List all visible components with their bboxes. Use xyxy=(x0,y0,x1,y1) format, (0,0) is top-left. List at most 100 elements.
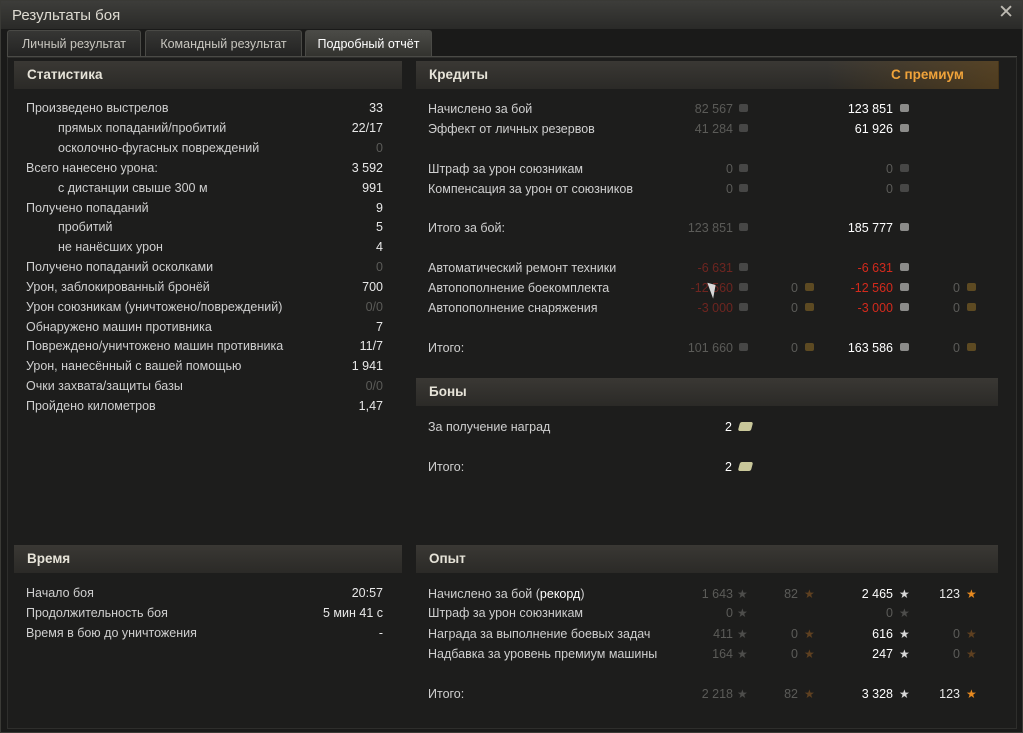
stats-label: Получено попаданий xyxy=(26,201,149,215)
credits-premium-value: 123 851 xyxy=(847,102,893,116)
credits-base-value: -6 631 xyxy=(697,261,733,275)
stats-value: 0/0 xyxy=(365,379,383,393)
time-header: Время xyxy=(14,545,402,573)
xp-premium-value: 2 465 xyxy=(861,587,893,601)
xp-star-icon: ★ xyxy=(899,687,910,701)
xp-star-icon: ★ xyxy=(899,627,910,641)
credits-row: Итого: 101 660 0 163 586 0 xyxy=(428,338,988,358)
credit-coin-icon xyxy=(739,124,748,132)
gold-premium-value: 0 xyxy=(953,341,960,355)
stats-label: пробитий xyxy=(58,220,113,234)
xp-star-icon: ★ xyxy=(899,587,910,601)
credits-label: Эффект от личных резервов xyxy=(428,122,595,136)
stats-value: 9 xyxy=(376,201,383,215)
xp-premium-value: 0 xyxy=(886,606,893,620)
credit-coin-icon xyxy=(900,184,909,192)
free-xp-premium-value: 0 xyxy=(953,627,960,641)
xp-base-value: 0 xyxy=(726,606,733,620)
stats-value: 4 xyxy=(376,240,383,254)
credits-label: Итого за бой: xyxy=(428,221,505,235)
credit-coin-icon xyxy=(739,164,748,172)
credits-premium-value: 163 586 xyxy=(847,341,893,355)
credits-row: Компенсация за урон от союзников 0 0 xyxy=(428,179,988,199)
credits-base-value: 123 851 xyxy=(687,221,733,235)
time-row: Время в бою до уничтожения - xyxy=(26,623,386,643)
credit-coin-icon xyxy=(900,303,909,311)
tab-detailed-report[interactable]: Подробный отчёт xyxy=(305,30,432,56)
stats-row: Получено попаданий 9 xyxy=(26,198,386,218)
stats-label: Пройдено километров xyxy=(26,399,156,413)
tab-personal-result[interactable]: Личный результат xyxy=(7,30,141,56)
free-xp-premium-value: 123 xyxy=(939,687,960,701)
title-bar[interactable]: Результаты боя ✕ xyxy=(1,1,1022,29)
credits-premium-value: 0 xyxy=(886,162,893,176)
time-label: Продолжительность боя xyxy=(26,606,168,620)
credit-coin-icon xyxy=(900,343,909,351)
gold-premium-value: 0 xyxy=(953,281,960,295)
credit-coin-icon xyxy=(900,164,909,172)
experience-row: Начислено за бой (рекорд) 1 643 ★ 82 ★ 2 465 ★… xyxy=(428,584,988,604)
stats-value: 0 xyxy=(376,141,383,155)
xp-star-icon: ★ xyxy=(899,647,910,661)
stats-row: пробитий 5 xyxy=(26,217,386,237)
tab-team-result[interactable]: Командный результат xyxy=(145,30,302,56)
credits-label: Автопополнение снаряжения xyxy=(428,301,598,315)
record-label: рекорд xyxy=(539,587,581,601)
stats-header: Статистика xyxy=(14,61,402,89)
free-xp-star-icon: ★ xyxy=(966,627,977,641)
stats-value: 3 592 xyxy=(351,161,383,175)
stats-value: 0/0 xyxy=(365,300,383,314)
battle-results-window: Результаты боя ✕ Личный результат Команд… xyxy=(0,0,1023,733)
tab-label: Подробный отчёт xyxy=(317,37,420,51)
stats-row: Пройдено километров 1,47 xyxy=(26,396,386,416)
stats-row: Обнаружено машин противника 7 xyxy=(26,317,386,337)
stats-row: с дистанции свыше 300 м 991 xyxy=(26,178,386,198)
credits-label: Автопополнение боекомплекта xyxy=(428,281,610,295)
xp-star-icon: ★ xyxy=(737,587,748,601)
credits-premium-value: -12 560 xyxy=(850,281,893,295)
credits-premium-value: -6 631 xyxy=(857,261,893,275)
credit-coin-icon xyxy=(900,263,909,271)
xp-premium-value: 3 328 xyxy=(861,687,893,701)
credits-base-value: 101 660 xyxy=(687,341,733,355)
xp-star-icon: ★ xyxy=(737,647,748,661)
bonds-label: Итого: xyxy=(428,460,465,474)
stats-row: не нанёсших урон 4 xyxy=(26,237,386,257)
credits-base-value: 41 284 xyxy=(694,122,733,136)
stats-row: Получено попаданий осколками 0 xyxy=(26,257,386,277)
stats-value: 7 xyxy=(376,320,383,334)
bonds-value: 2 xyxy=(725,420,732,434)
stats-label: не нанёсших урон xyxy=(58,240,163,254)
experience-label: Итого: xyxy=(428,684,464,704)
stats-row: Очки захвата/защиты базы 0/0 xyxy=(26,376,386,396)
free-xp-star-icon: ★ xyxy=(966,647,977,661)
stats-value: 5 xyxy=(376,220,383,234)
free-xp-star-icon: ★ xyxy=(966,587,977,601)
xp-base-value: 411 xyxy=(713,627,733,641)
credits-row: Штраф за урон союзникам 0 0 xyxy=(428,159,988,179)
stats-label: Очки захвата/защиты базы xyxy=(26,379,183,393)
gold-premium-value: 0 xyxy=(953,301,960,315)
experience-label: Начислено за бой (рекорд) xyxy=(428,584,585,604)
close-icon[interactable]: ✕ xyxy=(998,3,1014,23)
xp-star-icon: ★ xyxy=(737,606,748,620)
free-xp-premium-value: 0 xyxy=(953,647,960,661)
credits-label: Итого: xyxy=(428,341,465,355)
credits-base-value: 82 567 xyxy=(694,102,733,116)
experience-label-text: Итого: xyxy=(428,687,465,701)
credit-coin-icon xyxy=(900,124,909,132)
credits-row: Автопополнение боекомплекта -12 560 0 -12 5… xyxy=(428,278,988,298)
stats-row: Урон, заблокированный бронёй 700 xyxy=(26,277,386,297)
credits-premium-value: 0 xyxy=(886,182,893,196)
credit-coin-icon xyxy=(900,104,909,112)
stats-label: Урон союзникам (уничтожено/повреждений) xyxy=(26,300,283,314)
xp-star-icon: ★ xyxy=(899,606,910,620)
bonds-value: 2 xyxy=(725,460,732,474)
stats-label: Повреждено/уничтожено машин противника xyxy=(26,339,284,353)
experience-row: Штраф за урон союзникам 0 ★ 0 ★ xyxy=(428,603,988,623)
experience-label-text: Начислено за бой ( xyxy=(428,587,540,601)
premium-header: С премиум xyxy=(827,61,999,89)
stats-value: 0 xyxy=(376,260,383,274)
stats-row: Урон, нанесённый с вашей помощью 1 941 xyxy=(26,356,386,376)
time-row: Продолжительность боя 5 мин 41 с xyxy=(26,603,386,623)
